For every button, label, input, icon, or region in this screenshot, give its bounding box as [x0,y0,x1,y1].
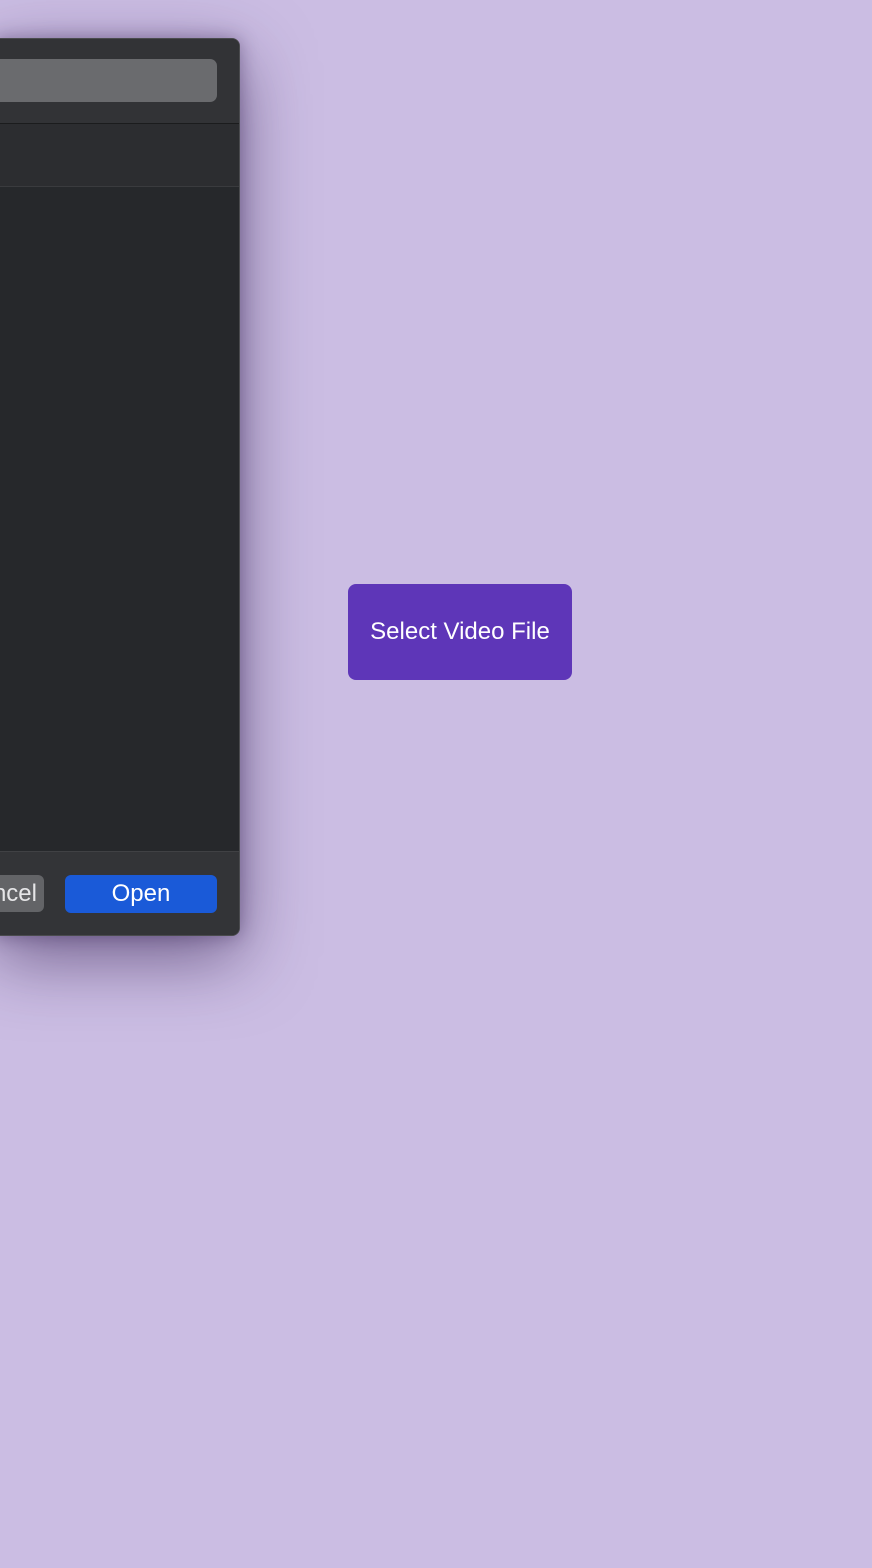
search-field[interactable] [0,59,217,102]
dialog-toolbar [0,39,239,124]
file-open-dialog: Cancel Open [0,38,240,936]
dialog-footer: Cancel Open [0,851,239,935]
open-button[interactable]: Open [65,875,217,913]
select-video-file-button[interactable]: Select Video File [348,584,572,680]
file-list[interactable] [0,187,239,851]
cancel-button[interactable]: Cancel [0,875,44,912]
cancel-button-label: Cancel [0,880,37,907]
column-header-bar [0,124,239,187]
